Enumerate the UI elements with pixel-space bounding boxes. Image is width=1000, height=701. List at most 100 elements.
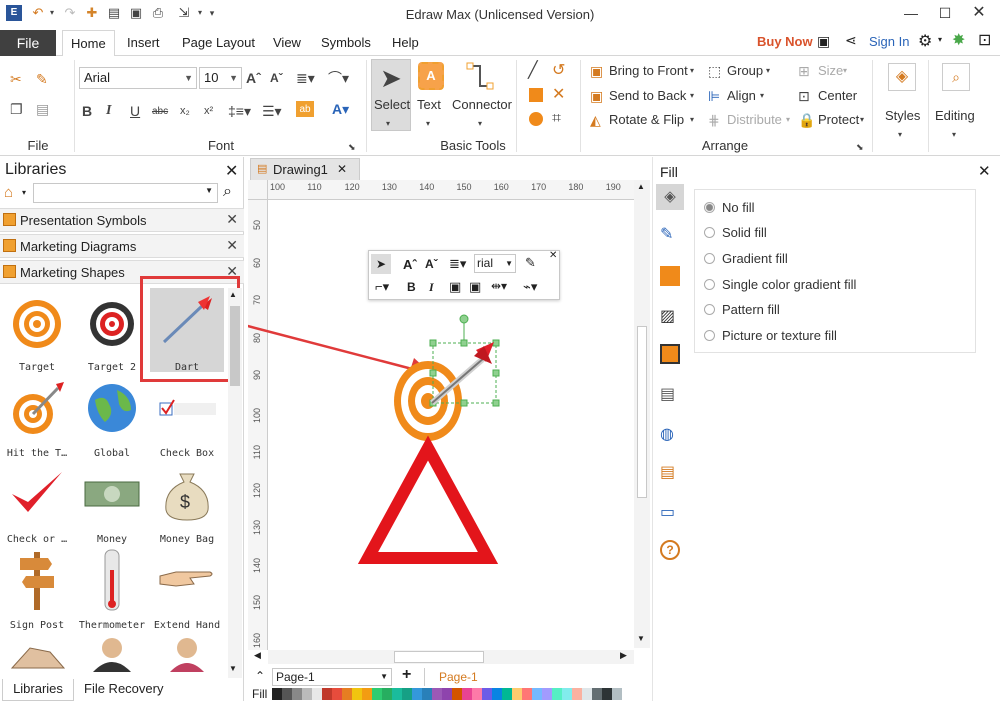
skin-icon[interactable]: ✸	[952, 30, 965, 50]
canvas-hscroll-thumb[interactable]	[394, 651, 484, 663]
underline-icon[interactable]: U	[130, 102, 140, 120]
connector-tool-icon[interactable]	[466, 62, 494, 90]
fill-option-gradient-fill[interactable]: Gradient fill	[704, 251, 788, 266]
distribute-icon[interactable]: ⋕	[708, 111, 720, 129]
settings-gear-icon[interactable]: ⚙	[918, 31, 932, 51]
shape-target-2[interactable]: Target 2	[75, 288, 149, 373]
settings-dropdown-icon[interactable]: ▾	[938, 35, 942, 44]
fill-option-picture-texture[interactable]: Picture or texture fill	[704, 328, 837, 343]
shape-thermometer[interactable]: Thermometer	[75, 546, 149, 631]
fill-option-no-fill[interactable]: No fill	[704, 200, 755, 215]
line-style-icon[interactable]: ✎	[660, 224, 673, 244]
palette-swatch[interactable]	[362, 688, 372, 700]
palette-swatch[interactable]	[442, 688, 452, 700]
bring-to-front-icon[interactable]: ▣	[590, 62, 603, 80]
line-tool-icon[interactable]: ╱	[528, 62, 538, 80]
layer-icon[interactable]	[660, 344, 680, 364]
close-library-icon[interactable]: ✕	[226, 237, 238, 254]
text-dropdown-icon[interactable]: ▾	[426, 115, 430, 133]
palette-swatch[interactable]	[472, 688, 482, 700]
comment-icon[interactable]: ▭	[660, 502, 675, 522]
canvas-scroll-left-icon[interactable]: ◀	[254, 650, 261, 661]
tab-insert[interactable]: Insert	[119, 30, 168, 56]
fill-bucket-icon[interactable]: ◈	[656, 184, 684, 210]
palette-swatch[interactable]	[272, 688, 282, 700]
scroll-down-icon[interactable]: ▼	[229, 664, 237, 673]
close-document-icon[interactable]: ✕	[337, 162, 347, 176]
close-library-icon[interactable]: ✕	[226, 211, 238, 228]
subscript-icon[interactable]: x₂	[180, 102, 190, 120]
library-row-presentation-symbols[interactable]: Presentation Symbols ✕	[0, 208, 244, 232]
palette-swatch[interactable]	[292, 688, 302, 700]
page-tab[interactable]: Page-1	[424, 668, 504, 686]
bring-to-front-button[interactable]: Bring to Front	[609, 63, 688, 78]
palette-swatch[interactable]	[332, 688, 342, 700]
hyperlink-globe-icon[interactable]: ◍	[660, 424, 674, 444]
tab-view[interactable]: View	[265, 30, 309, 56]
canvas-scroll-down-icon[interactable]: ▼	[637, 634, 645, 643]
grow-font-icon[interactable]: Aˆ	[246, 69, 261, 87]
canvas-scroll-right-icon[interactable]: ▶	[620, 650, 627, 661]
palette-swatch[interactable]	[462, 688, 472, 700]
text-tool-label[interactable]: Text	[417, 97, 441, 112]
palette-swatch[interactable]	[392, 688, 402, 700]
bold-icon[interactable]: B	[82, 102, 92, 120]
home-icon[interactable]: ⌂	[4, 184, 13, 201]
distribute-dropdown-icon[interactable]: ▾	[786, 111, 790, 129]
rotate-flip-icon[interactable]: ◭	[590, 111, 601, 129]
page-properties-icon[interactable]: ▤	[660, 384, 675, 404]
shape-money[interactable]: Money	[75, 460, 149, 545]
document-tab[interactable]: ▤ Drawing1 ✕	[250, 158, 360, 180]
shape-check-or[interactable]: Check or …	[0, 460, 74, 545]
protect-button[interactable]: Protect	[818, 112, 859, 127]
close-fill-panel-icon[interactable]: ✕	[978, 162, 991, 180]
palette-swatch[interactable]	[402, 688, 412, 700]
palette-swatch[interactable]	[422, 688, 432, 700]
fill-option-single-color-gradient[interactable]: Single color gradient fill	[704, 277, 856, 292]
shadow-icon[interactable]	[660, 266, 680, 286]
bullets-icon[interactable]: ☰▾	[262, 102, 282, 120]
text-align-icon[interactable]: ≣▾	[296, 69, 315, 87]
shape-handshake[interactable]	[0, 632, 74, 672]
tab-home[interactable]: Home	[62, 30, 115, 57]
shape-extend-hand[interactable]: Extend Hand	[150, 546, 224, 631]
arrange-dialog-launcher-icon[interactable]: ⬊	[856, 138, 864, 156]
home-dropdown-icon[interactable]: ▾	[22, 188, 26, 197]
cut-icon[interactable]: ✂	[10, 70, 22, 88]
shape-sign-post[interactable]: Sign Post	[0, 546, 74, 631]
editing-dropdown-icon[interactable]: ▾	[952, 126, 956, 144]
line-spacing-icon[interactable]: ‡≡▾	[228, 102, 251, 120]
tab-page-layout[interactable]: Page Layout	[174, 30, 263, 56]
close-libraries-icon[interactable]: ✕	[225, 161, 238, 181]
fill-option-pattern-fill[interactable]: Pattern fill	[704, 302, 780, 317]
styles-dropdown-icon[interactable]: ▾	[898, 126, 902, 144]
share-icon[interactable]: ⋖	[845, 32, 857, 49]
shape-check-box[interactable]: Check Box	[150, 374, 224, 459]
rotate-flip-dropdown-icon[interactable]: ▾	[690, 111, 694, 129]
center-icon[interactable]: ⊡	[798, 87, 810, 105]
group-button[interactable]: Group	[727, 63, 763, 78]
maximize-button[interactable]: ☐	[930, 2, 960, 24]
italic-icon[interactable]: I	[106, 102, 111, 120]
strikethrough-icon[interactable]: abc	[152, 103, 168, 121]
font-dialog-launcher-icon[interactable]: ⬊	[348, 138, 356, 156]
palette-swatch[interactable]	[572, 688, 582, 700]
paste-icon[interactable]: ▤	[36, 100, 49, 118]
palette-swatch[interactable]	[432, 688, 442, 700]
palette-swatch[interactable]	[582, 688, 592, 700]
file-menu-button[interactable]: File	[0, 30, 56, 56]
connector-label[interactable]: Connector	[452, 97, 512, 112]
page-select[interactable]: Page-1 ▼	[272, 668, 392, 686]
palette-swatch[interactable]	[342, 688, 352, 700]
font-size-select[interactable]: 10 ▼	[199, 67, 242, 89]
styles-icon[interactable]: ◈	[888, 63, 916, 91]
size-icon[interactable]: ⊞	[798, 62, 810, 80]
shape-money-bag[interactable]: $ Money Bag	[150, 460, 224, 545]
palette-swatch[interactable]	[512, 688, 522, 700]
editing-button[interactable]: Editing	[935, 108, 975, 123]
crop-tool-icon[interactable]: ⌗	[552, 110, 561, 128]
shape-global[interactable]: Global	[75, 374, 149, 459]
superscript-icon[interactable]: x²	[204, 102, 213, 120]
copy-icon[interactable]: ❐	[10, 100, 23, 118]
format-painter-icon[interactable]: ✎	[36, 70, 48, 88]
